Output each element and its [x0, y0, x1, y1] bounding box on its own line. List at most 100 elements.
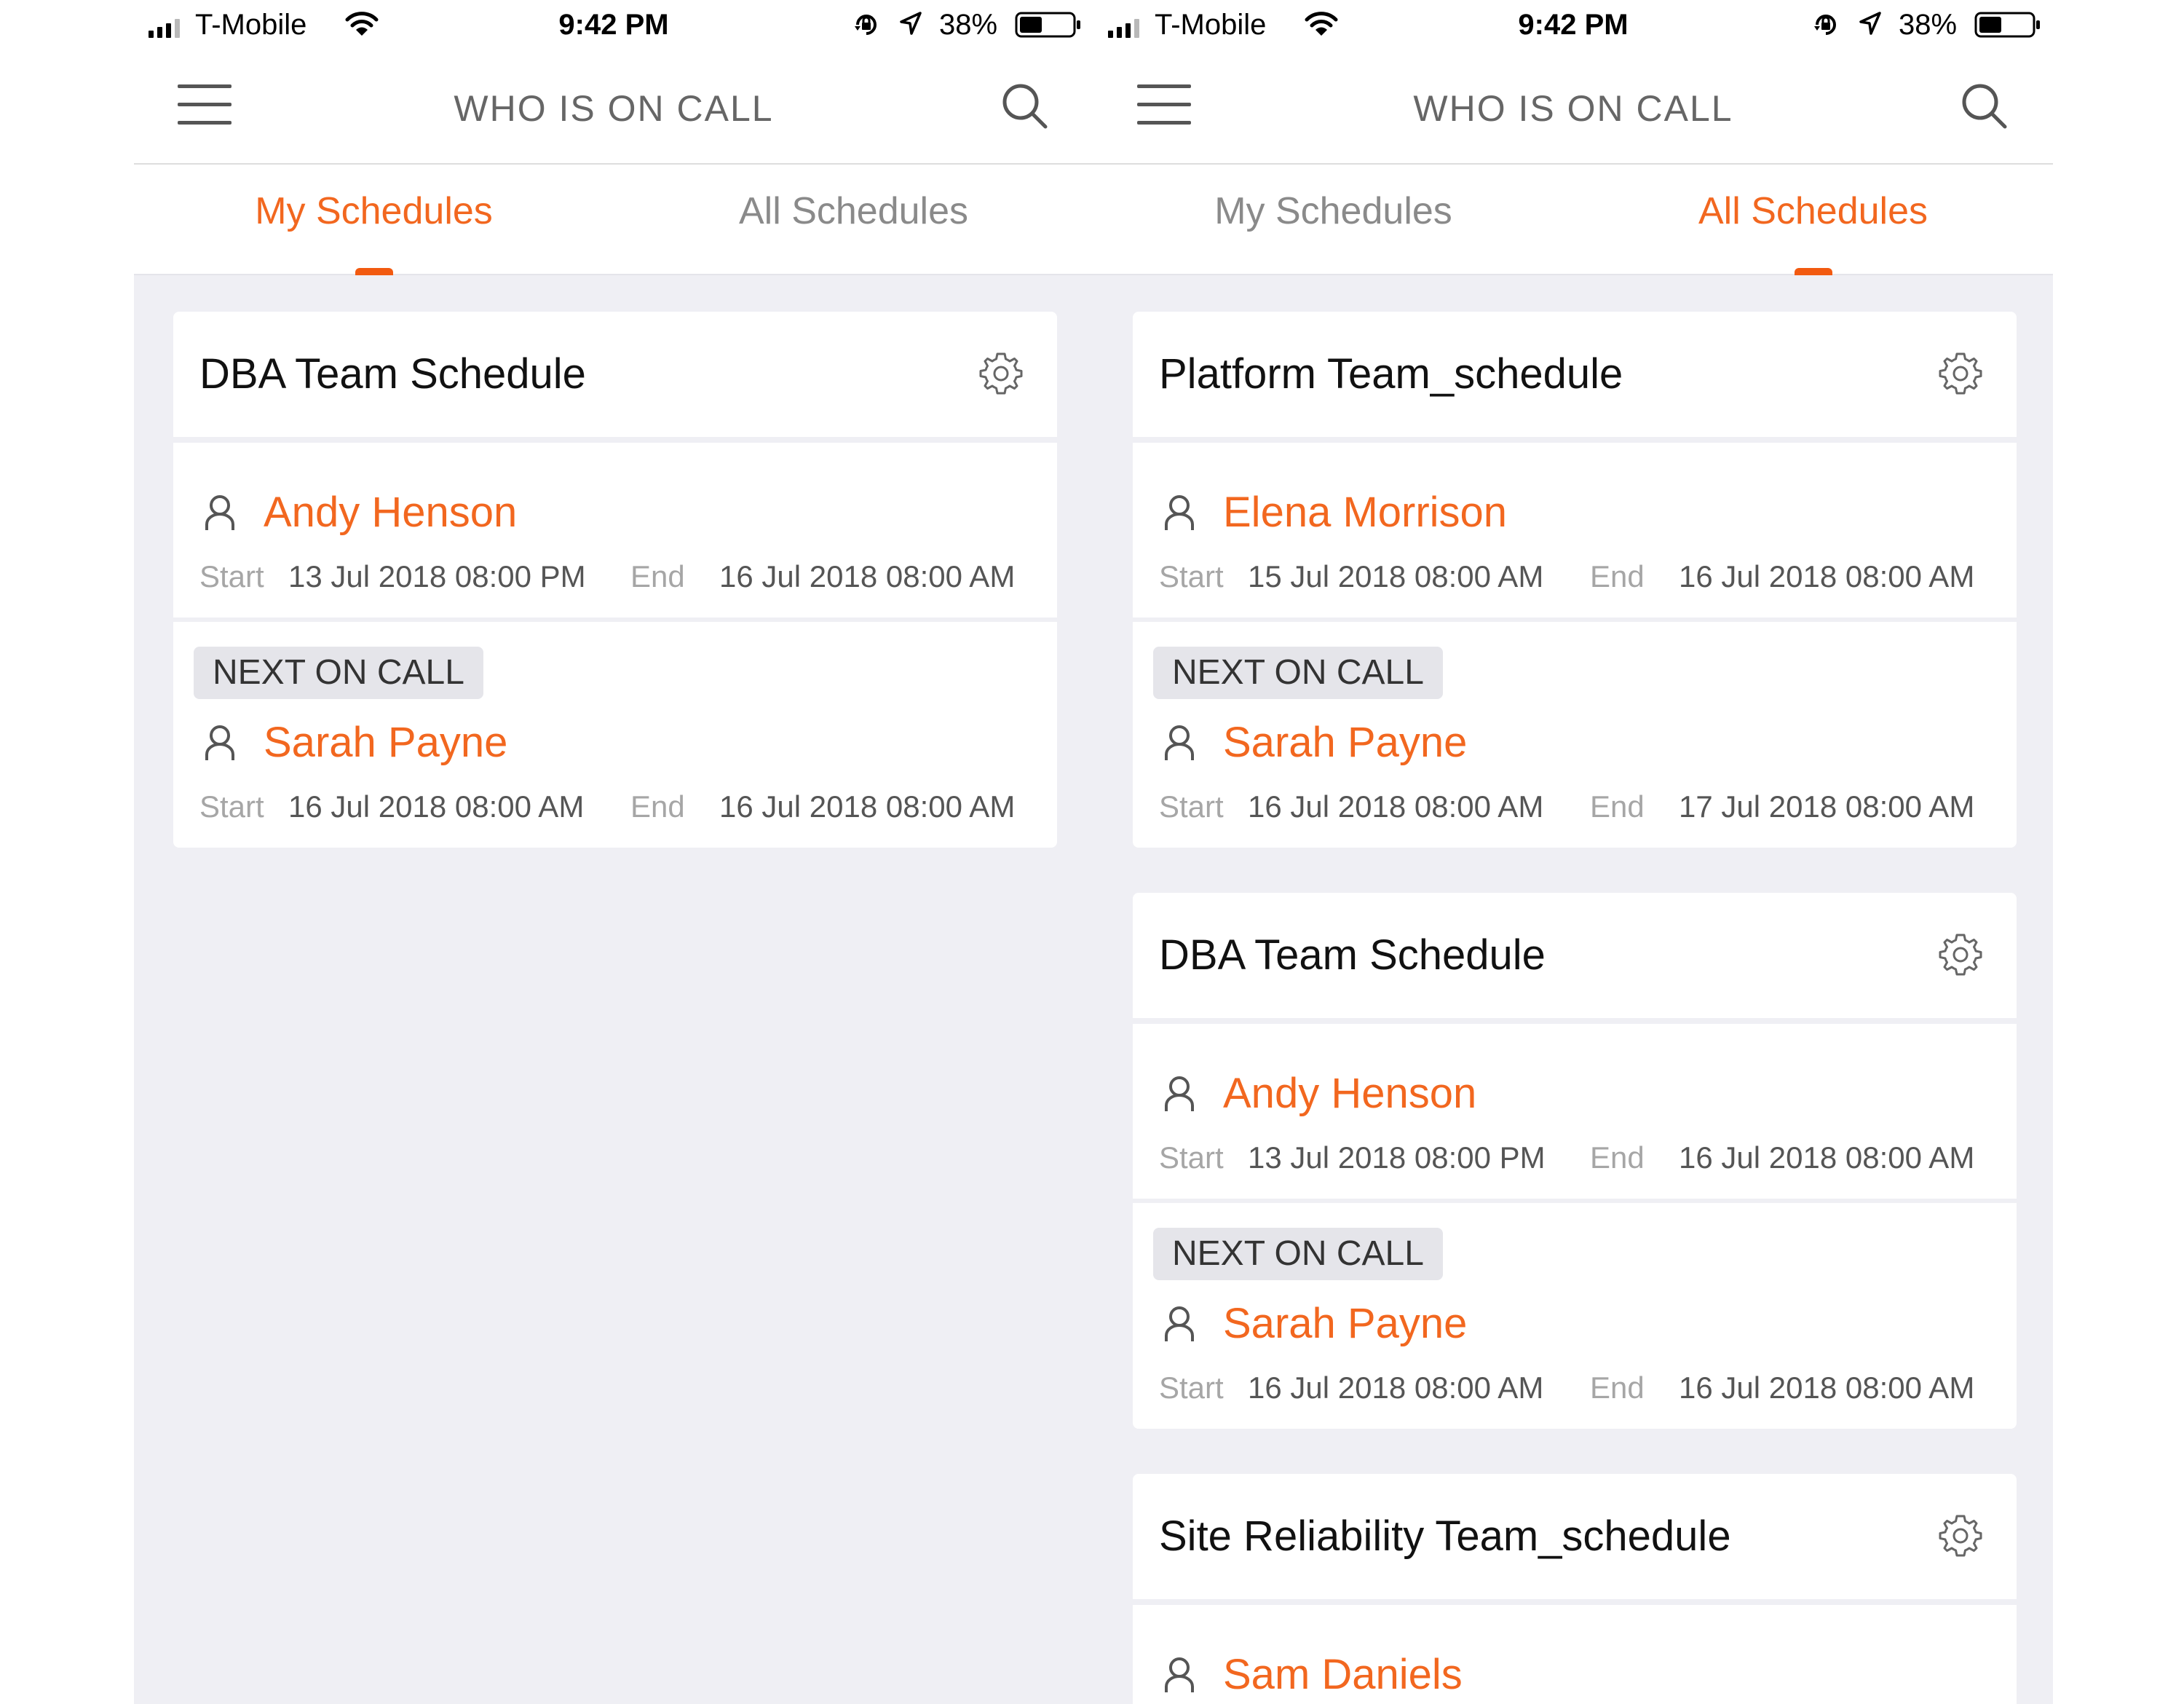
- tab-my-schedules[interactable]: My Schedules: [134, 189, 614, 277]
- tab-all-schedules[interactable]: All Schedules: [1573, 189, 2053, 277]
- status-bar: T-Mobile 9:42 PM 38%: [134, 0, 1093, 52]
- rotation-lock-icon: [1814, 15, 1836, 35]
- schedule-card-header: DBA Team Schedule: [1133, 893, 2017, 1018]
- schedule-tabs: My Schedules All Schedules: [134, 165, 1093, 277]
- schedule-name: DBA Team Schedule: [1159, 931, 1546, 979]
- tab-my-schedules-label: My Schedules: [1214, 190, 1452, 232]
- end-label: End: [1590, 1370, 1645, 1405]
- start-time: 15 Jul 2018 08:00 AM: [1248, 559, 1544, 593]
- end-time: 16 Jul 2018 08:00 AM: [1679, 559, 1975, 593]
- location-icon: [1859, 12, 1881, 35]
- schedule-name: Site Reliability Team_schedule: [1159, 1512, 1731, 1560]
- current-on-call[interactable]: Elena Morrison Start 15 Jul 2018 08:00 A…: [1133, 443, 2017, 618]
- battery-icon: [1015, 12, 1080, 38]
- schedule-card: DBA Team Schedule Andy Henson Start 13 J…: [173, 312, 1057, 848]
- start-time: 16 Jul 2018 08:00 AM: [1248, 789, 1544, 824]
- gear-icon[interactable]: [1938, 1513, 1983, 1558]
- person-name: Sarah Payne: [264, 719, 508, 766]
- gear-icon[interactable]: [1938, 932, 1983, 977]
- start-label: Start: [1159, 1140, 1224, 1175]
- on-call-person: Sarah Payne: [199, 718, 507, 767]
- end-time: 16 Jul 2018 08:00 AM: [719, 559, 1016, 593]
- start-time: 16 Jul 2018 08:00 AM: [288, 789, 585, 824]
- shift-times: Start 15 Jul 2018 08:00 AM End 16 Jul 20…: [1159, 559, 2009, 594]
- start-time: 13 Jul 2018 08:00 PM: [288, 559, 586, 593]
- schedule-name: Platform Team_schedule: [1159, 350, 1623, 398]
- schedule-name: DBA Team Schedule: [199, 350, 586, 398]
- person-name: Sarah Payne: [1223, 1300, 1468, 1347]
- person-name: Andy Henson: [264, 489, 518, 536]
- schedule-card: DBA Team Schedule Andy Henson Start 13 J…: [1133, 893, 2017, 1429]
- schedule-tabs: My Schedules All Schedules: [1093, 165, 2053, 277]
- next-on-call[interactable]: NEXT ON CALL Sarah Payne Start 16 Jul 20…: [1133, 622, 2017, 848]
- tab-all-schedules-label: All Schedules: [1698, 190, 1928, 232]
- shift-times: Start 16 Jul 2018 08:00 AM End 16 Jul 20…: [1159, 1370, 2009, 1405]
- tab-all-schedules[interactable]: All Schedules: [614, 189, 1093, 233]
- page-title: WHO IS ON CALL: [1413, 88, 1733, 129]
- schedule-card-header: Platform Team_schedule: [1133, 312, 2017, 437]
- end-time: 16 Jul 2018 08:00 AM: [1679, 1140, 1975, 1175]
- start-time: 16 Jul 2018 08:00 AM: [1248, 1370, 1544, 1405]
- person-icon: [1165, 725, 1194, 760]
- person-icon: [205, 494, 234, 530]
- schedule-card-header: DBA Team Schedule: [173, 312, 1057, 437]
- person-name: Andy Henson: [1223, 1070, 1477, 1117]
- start-label: Start: [1159, 789, 1224, 824]
- current-on-call[interactable]: Andy Henson Start 13 Jul 2018 08:00 PM E…: [1133, 1024, 2017, 1199]
- schedule-card-header: Site Reliability Team_schedule: [1133, 1474, 2017, 1599]
- schedule-card: Site Reliability Team_schedule Sam Danie…: [1133, 1474, 2017, 1704]
- end-label: End: [1590, 1140, 1645, 1175]
- app-header: WHO IS ON CALL: [1093, 52, 2053, 165]
- person-name: Sarah Payne: [1223, 719, 1468, 766]
- gear-icon[interactable]: [978, 351, 1024, 396]
- tab-my-schedules-label: My Schedules: [255, 190, 493, 232]
- on-call-person: Andy Henson: [1159, 1069, 1476, 1118]
- start-label: Start: [1159, 559, 1224, 593]
- battery-percentage: 38%: [939, 9, 998, 41]
- search-icon[interactable]: [999, 80, 1050, 131]
- shift-times: Start 16 Jul 2018 08:00 AM End 16 Jul 20…: [199, 789, 1050, 824]
- on-call-person: Elena Morrison: [1159, 488, 1507, 537]
- tab-my-schedules[interactable]: My Schedules: [1093, 189, 1573, 233]
- next-on-call-badge: NEXT ON CALL: [194, 647, 483, 699]
- end-label: End: [1590, 789, 1645, 824]
- shift-times: Start 16 Jul 2018 08:00 AM End 17 Jul 20…: [1159, 789, 2009, 824]
- gear-icon[interactable]: [1938, 351, 1983, 396]
- next-on-call[interactable]: NEXT ON CALL Sarah Payne Start 16 Jul 20…: [173, 622, 1057, 848]
- schedule-card: Platform Team_schedule Elena Morrison St…: [1133, 312, 2017, 848]
- end-label: End: [630, 789, 685, 824]
- person-icon: [1165, 1306, 1194, 1341]
- person-icon: [1165, 494, 1194, 530]
- tab-all-schedules-label: All Schedules: [738, 190, 969, 232]
- end-time: 16 Jul 2018 08:00 AM: [1679, 1370, 1975, 1405]
- person-icon: [1165, 1657, 1194, 1692]
- schedule-list: Platform Team_schedule Elena Morrison St…: [1093, 275, 2053, 1704]
- end-label: End: [630, 559, 685, 593]
- page-title: WHO IS ON CALL: [454, 88, 774, 129]
- start-label: Start: [199, 789, 264, 824]
- shift-times: Start 13 Jul 2018 08:00 PM End 16 Jul 20…: [199, 559, 1050, 594]
- on-call-person: Sarah Payne: [1159, 718, 1467, 767]
- app-header: WHO IS ON CALL: [134, 52, 1093, 165]
- battery-percentage: 38%: [1899, 9, 1958, 41]
- battery-icon: [1974, 12, 2040, 38]
- next-on-call-badge: NEXT ON CALL: [1153, 1228, 1443, 1280]
- start-label: Start: [1159, 1370, 1224, 1405]
- person-name: Sam Daniels: [1223, 1651, 1463, 1698]
- on-call-person: Sarah Payne: [1159, 1299, 1467, 1348]
- start-label: Start: [199, 559, 264, 593]
- start-time: 13 Jul 2018 08:00 PM: [1248, 1140, 1546, 1175]
- current-on-call[interactable]: Andy Henson Start 13 Jul 2018 08:00 PM E…: [173, 443, 1057, 618]
- phone-screen-all-schedules: T-Mobile 9:42 PM 38% WHO IS ON CALL My S…: [1093, 0, 2053, 1704]
- end-label: End: [1590, 559, 1645, 593]
- on-call-person: Sam Daniels: [1159, 1650, 1463, 1699]
- current-on-call[interactable]: Sam Daniels: [1133, 1605, 2017, 1704]
- next-on-call-badge: NEXT ON CALL: [1153, 647, 1443, 699]
- rotation-lock-icon: [855, 15, 877, 35]
- end-time: 17 Jul 2018 08:00 AM: [1679, 789, 1975, 824]
- status-bar: T-Mobile 9:42 PM 38%: [1093, 0, 2053, 52]
- person-icon: [205, 725, 234, 760]
- phone-screen-my-schedules: T-Mobile 9:42 PM 38% WHO IS ON CALL My S…: [134, 0, 1093, 1704]
- search-icon[interactable]: [1958, 80, 2009, 131]
- next-on-call[interactable]: NEXT ON CALL Sarah Payne Start 16 Jul 20…: [1133, 1203, 2017, 1429]
